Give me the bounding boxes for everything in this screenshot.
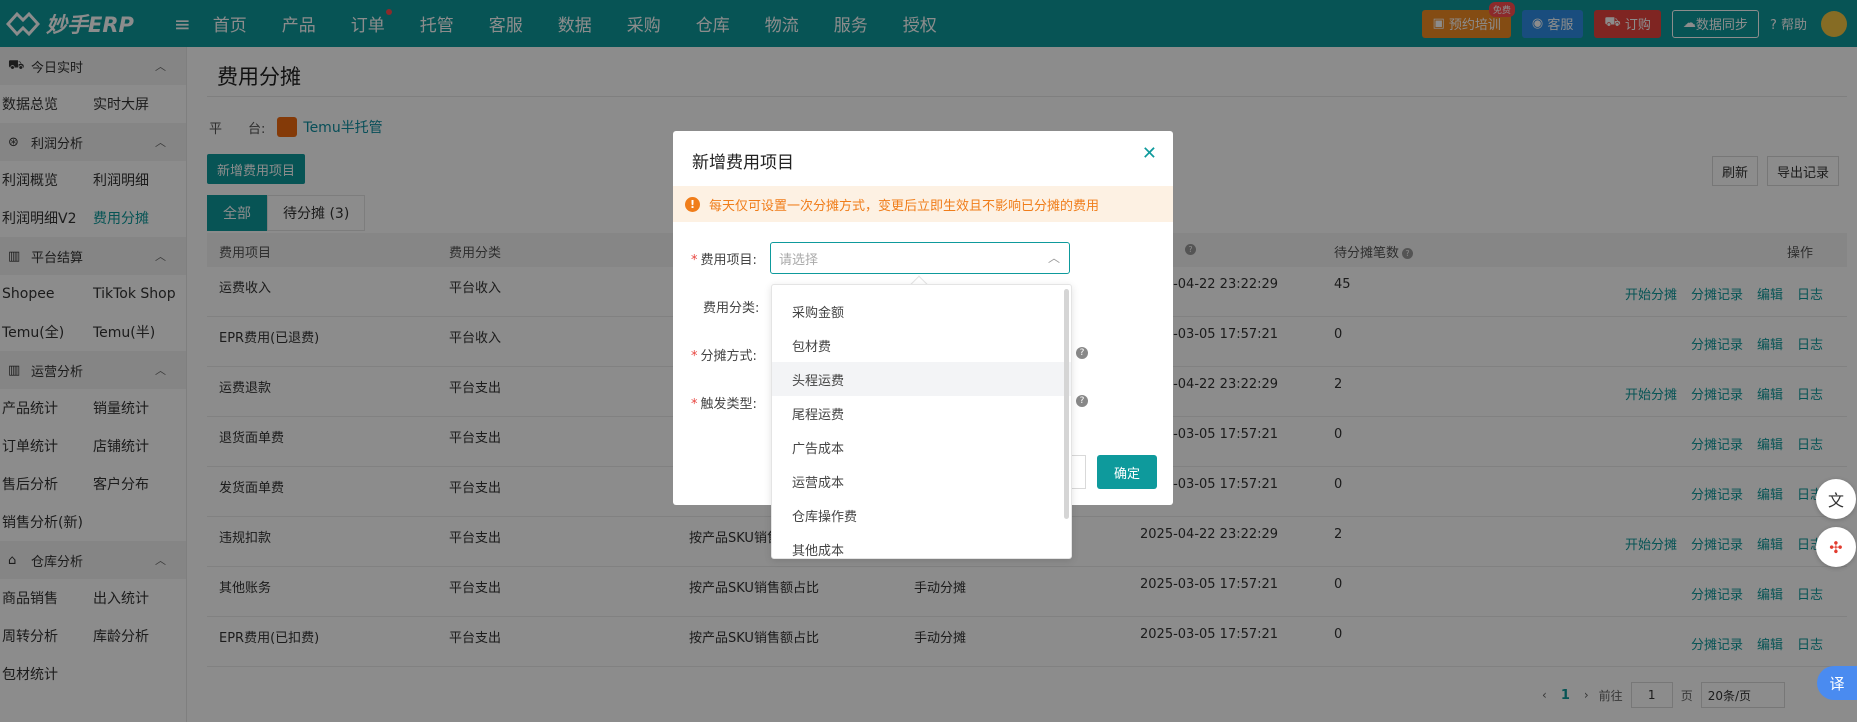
- scrollbar[interactable]: [1064, 289, 1069, 519]
- dropdown-option[interactable]: 仓库操作费: [772, 498, 1071, 532]
- ai-assistant-icon[interactable]: ✣: [1816, 527, 1856, 567]
- field-label: 费用项目:: [700, 253, 757, 268]
- confirm-button[interactable]: 确定: [1097, 455, 1157, 489]
- dialog-title: 新增费用项目: [692, 153, 794, 173]
- dropdown-option[interactable]: 其他成本: [772, 532, 1071, 559]
- chevron-up-icon: ︿: [1047, 251, 1060, 265]
- cost-item-dropdown: 采购金额 包材费 头程运费 尾程运费 广告成本 运营成本 仓库操作费 其他成本: [771, 284, 1072, 559]
- field-item-label: * 费用项目:: [691, 253, 757, 268]
- warning-banner: ! 每天仅可设置一次分摊方式，变更后立即生效且不影响已分摊的费用: [673, 186, 1173, 222]
- close-icon[interactable]: ✕: [1142, 143, 1157, 164]
- field-category-label: 费用分类:: [703, 301, 760, 316]
- select-placeholder: 请选择: [779, 252, 819, 268]
- warning-icon: !: [685, 196, 700, 212]
- dropdown-option[interactable]: 广告成本: [772, 430, 1071, 464]
- field-method-label: * 分摊方式:: [691, 349, 757, 364]
- warning-text: 每天仅可设置一次分摊方式，变更后立即生效且不影响已分摊的费用: [709, 198, 1100, 214]
- dropdown-option[interactable]: 运营成本: [772, 464, 1071, 498]
- cost-item-select[interactable]: 请选择 ︿: [770, 242, 1070, 274]
- dropdown-option[interactable]: 采购金额: [772, 294, 1071, 328]
- dropdown-option[interactable]: 头程运费: [772, 362, 1071, 396]
- translate-icon[interactable]: 文: [1816, 479, 1856, 519]
- help-icon[interactable]: ?: [1076, 347, 1088, 359]
- help-icon[interactable]: ?: [1076, 395, 1088, 407]
- field-trigger-label: * 触发类型:: [691, 397, 757, 412]
- field-label: 分摊方式:: [700, 349, 757, 364]
- dropdown-option[interactable]: 尾程运费: [772, 396, 1071, 430]
- dropdown-list: 采购金额 包材费 头程运费 尾程运费 广告成本 运营成本 仓库操作费 其他成本: [772, 285, 1071, 559]
- dropdown-option[interactable]: 包材费: [772, 328, 1071, 362]
- translate-tab-icon[interactable]: 译: [1817, 666, 1857, 700]
- field-label: 触发类型:: [700, 397, 757, 412]
